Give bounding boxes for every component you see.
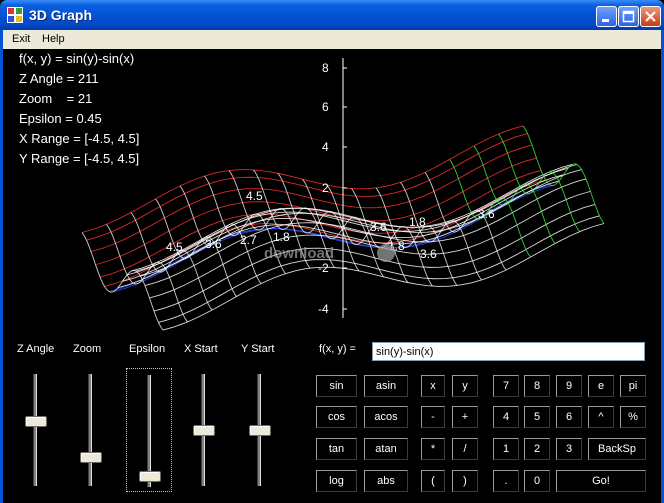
y-start-slider[interactable] (237, 368, 283, 492)
menu-exit[interactable]: Exit (12, 33, 30, 45)
graph-app-icon (7, 7, 23, 23)
graph-canvas[interactable]: 8 6 4 2 -2 -4 4.5 3.6 2.7 1.8 1.8 3.6 3.… (40, 55, 620, 340)
key-log[interactable]: log (316, 470, 357, 492)
key-2[interactable]: 2 (524, 438, 550, 460)
z-tick-label: 8 (322, 61, 329, 75)
key-divide[interactable]: / (452, 438, 478, 460)
key-1[interactable]: 1 (493, 438, 519, 460)
info-function: f(x, y) = sin(y)-sin(x) (19, 51, 135, 66)
key-cos[interactable]: cos (316, 406, 357, 428)
key-sin[interactable]: sin (316, 375, 357, 397)
minimize-button[interactable] (596, 6, 617, 27)
key-3[interactable]: 3 (556, 438, 582, 460)
z-tick-label: 2 (322, 181, 329, 195)
axis-value-label: 4.5 (166, 240, 183, 254)
menu-bar: Exit Help (0, 30, 664, 49)
function-input[interactable] (372, 342, 645, 361)
key-minus[interactable]: - (421, 406, 445, 428)
slider-thumb[interactable] (80, 451, 102, 463)
y-start-label: Y Start (241, 343, 275, 355)
menu-help[interactable]: Help (42, 33, 65, 45)
key-percent[interactable]: % (620, 406, 646, 428)
mesh-line (424, 172, 507, 271)
key-9[interactable]: 9 (556, 375, 582, 397)
z-angle-slider[interactable] (13, 368, 59, 492)
minimize-icon (602, 19, 609, 22)
window-frame-left (0, 49, 3, 503)
mesh-line (130, 212, 213, 311)
mesh-line (81, 232, 164, 331)
close-button[interactable] (640, 6, 661, 27)
axis-value-label: 4.5 (246, 189, 263, 203)
slider-thumb[interactable] (249, 424, 271, 436)
key-open-paren[interactable]: ( (421, 470, 445, 492)
mesh-line (498, 133, 580, 232)
key-pi[interactable]: pi (620, 375, 646, 397)
key-asin[interactable]: asin (364, 375, 408, 397)
mesh-line (522, 125, 605, 224)
key-e[interactable]: e (588, 375, 614, 397)
z-angle-label: Z Angle (17, 343, 55, 355)
key-4[interactable]: 4 (493, 406, 519, 428)
slider-thumb[interactable] (193, 424, 215, 436)
key-decimal[interactable]: . (493, 470, 519, 492)
watermark-logo (377, 244, 395, 262)
axis-value-label: 3.6 (205, 237, 222, 251)
z-tick-label: 4 (322, 140, 329, 154)
axis-value-label: 3.6 (478, 207, 495, 221)
key-0[interactable]: 0 (524, 470, 550, 492)
z-tick-label: -2 (318, 261, 329, 275)
key-acos[interactable]: acos (364, 406, 408, 428)
axis-value-label: 1.8 (409, 215, 426, 229)
epsilon-slider[interactable] (126, 368, 172, 492)
key-7[interactable]: 7 (493, 375, 519, 397)
mesh-line (106, 224, 188, 323)
key-abs[interactable]: abs (364, 470, 408, 492)
info-epsilon: Epsilon = 0.45 (19, 111, 102, 126)
close-icon (645, 11, 656, 22)
z-tick-label: 6 (322, 100, 329, 114)
watermark-text: download (264, 245, 334, 262)
window-title: 3D Graph (29, 7, 93, 23)
x-start-label: X Start (184, 343, 218, 355)
epsilon-label: Epsilon (129, 343, 166, 355)
key-6[interactable]: 6 (556, 406, 582, 428)
x-start-slider[interactable] (181, 368, 227, 492)
info-y-range: Y Range = [-4.5, 4.5] (19, 151, 140, 166)
key-plus[interactable]: + (452, 406, 478, 428)
axis-value-label: 3.6 (420, 247, 437, 261)
key-close-paren[interactable]: ) (452, 470, 478, 492)
slider-thumb[interactable] (139, 470, 161, 482)
key-backspace[interactable]: BackSp (588, 438, 646, 460)
key-5[interactable]: 5 (524, 406, 550, 428)
key-atan[interactable]: atan (364, 438, 408, 460)
title-bar: 3D Graph (0, 0, 664, 30)
function-label: f(x, y) = (319, 343, 356, 355)
info-z-angle: Z Angle = 211 (19, 71, 99, 86)
info-x-range: X Range = [-4.5, 4.5] (19, 131, 140, 146)
mesh-line (473, 145, 556, 244)
maximize-icon (622, 10, 635, 23)
maximize-button[interactable] (618, 6, 639, 27)
key-multiply[interactable]: * (421, 438, 445, 460)
key-power[interactable]: ^ (588, 406, 614, 428)
axis-value-label: 1.8 (273, 230, 290, 244)
slider-thumb[interactable] (25, 416, 47, 428)
key-x[interactable]: x (421, 375, 445, 397)
zoom-slider[interactable] (68, 368, 114, 492)
axis-value-label: 3.6 (370, 220, 387, 234)
key-8[interactable]: 8 (524, 375, 550, 397)
info-zoom: Zoom = 21 (19, 91, 93, 106)
zoom-label: Zoom (73, 343, 102, 355)
z-tick-label: -4 (318, 302, 329, 316)
key-y[interactable]: y (452, 375, 478, 397)
axis-value-label: 2.7 (240, 233, 257, 247)
go-button[interactable]: Go! (556, 470, 646, 492)
key-tan[interactable]: tan (316, 438, 357, 460)
